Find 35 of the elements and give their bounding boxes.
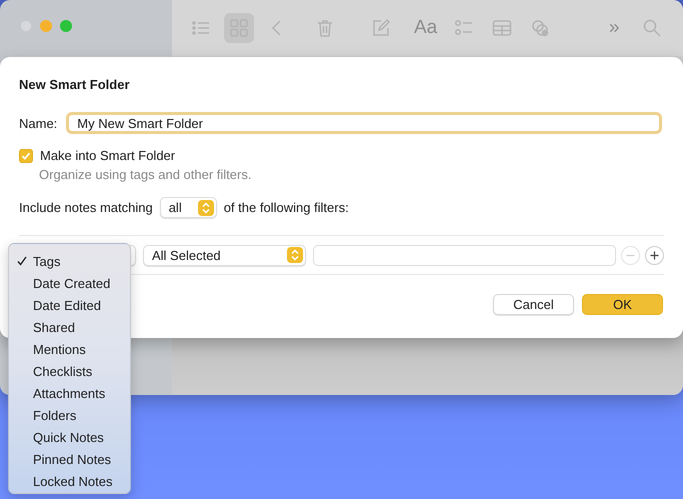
- checkmark-icon: [17, 256, 27, 266]
- menu-item[interactable]: Pinned Notes: [9, 448, 130, 470]
- menu-item[interactable]: Folders: [9, 404, 130, 426]
- ok-button[interactable]: OK: [582, 294, 663, 315]
- stepper-icon: [287, 247, 303, 263]
- table-icon[interactable]: [492, 18, 512, 38]
- add-icon[interactable]: [645, 246, 664, 264]
- remove-icon[interactable]: [621, 246, 640, 264]
- checkbox-label: Make into Smart Folder: [40, 148, 176, 163]
- menu-item[interactable]: Quick Notes: [9, 426, 130, 448]
- dialog-title: New Smart Folder: [19, 77, 131, 92]
- checkbox[interactable]: [19, 148, 33, 162]
- name-field[interactable]: My New Smart Folder: [66, 112, 662, 134]
- value-popup[interactable]: All Selected: [143, 244, 306, 266]
- menu-item[interactable]: Date Created: [9, 272, 130, 294]
- menu-item[interactable]: Date Edited: [9, 294, 130, 316]
- checklist-icon[interactable]: [454, 18, 474, 38]
- search-icon[interactable]: [642, 18, 662, 38]
- menu-item[interactable]: Tags: [9, 250, 130, 272]
- menu-item[interactable]: Mentions: [9, 338, 130, 360]
- menu-item[interactable]: Locked Notes: [9, 470, 130, 492]
- menu-item[interactable]: Attachments: [9, 382, 130, 404]
- stepper-icon: [198, 200, 214, 216]
- menu-item[interactable]: Checklists: [9, 360, 130, 382]
- trash-icon[interactable]: [315, 18, 335, 38]
- cancel-button[interactable]: Cancel: [493, 294, 574, 315]
- menu-item[interactable]: Shared: [9, 316, 130, 338]
- match-popup[interactable]: all: [160, 197, 217, 218]
- name-label: Name:: [19, 116, 58, 130]
- compose-icon[interactable]: [371, 18, 391, 38]
- filters-label: of the following filters:: [224, 200, 349, 215]
- filter-text-field[interactable]: [313, 244, 616, 266]
- include-label: Include notes matching: [19, 200, 153, 215]
- checkbox-description: Organize using tags and other filters.: [39, 167, 252, 182]
- link-people-icon[interactable]: [530, 18, 550, 38]
